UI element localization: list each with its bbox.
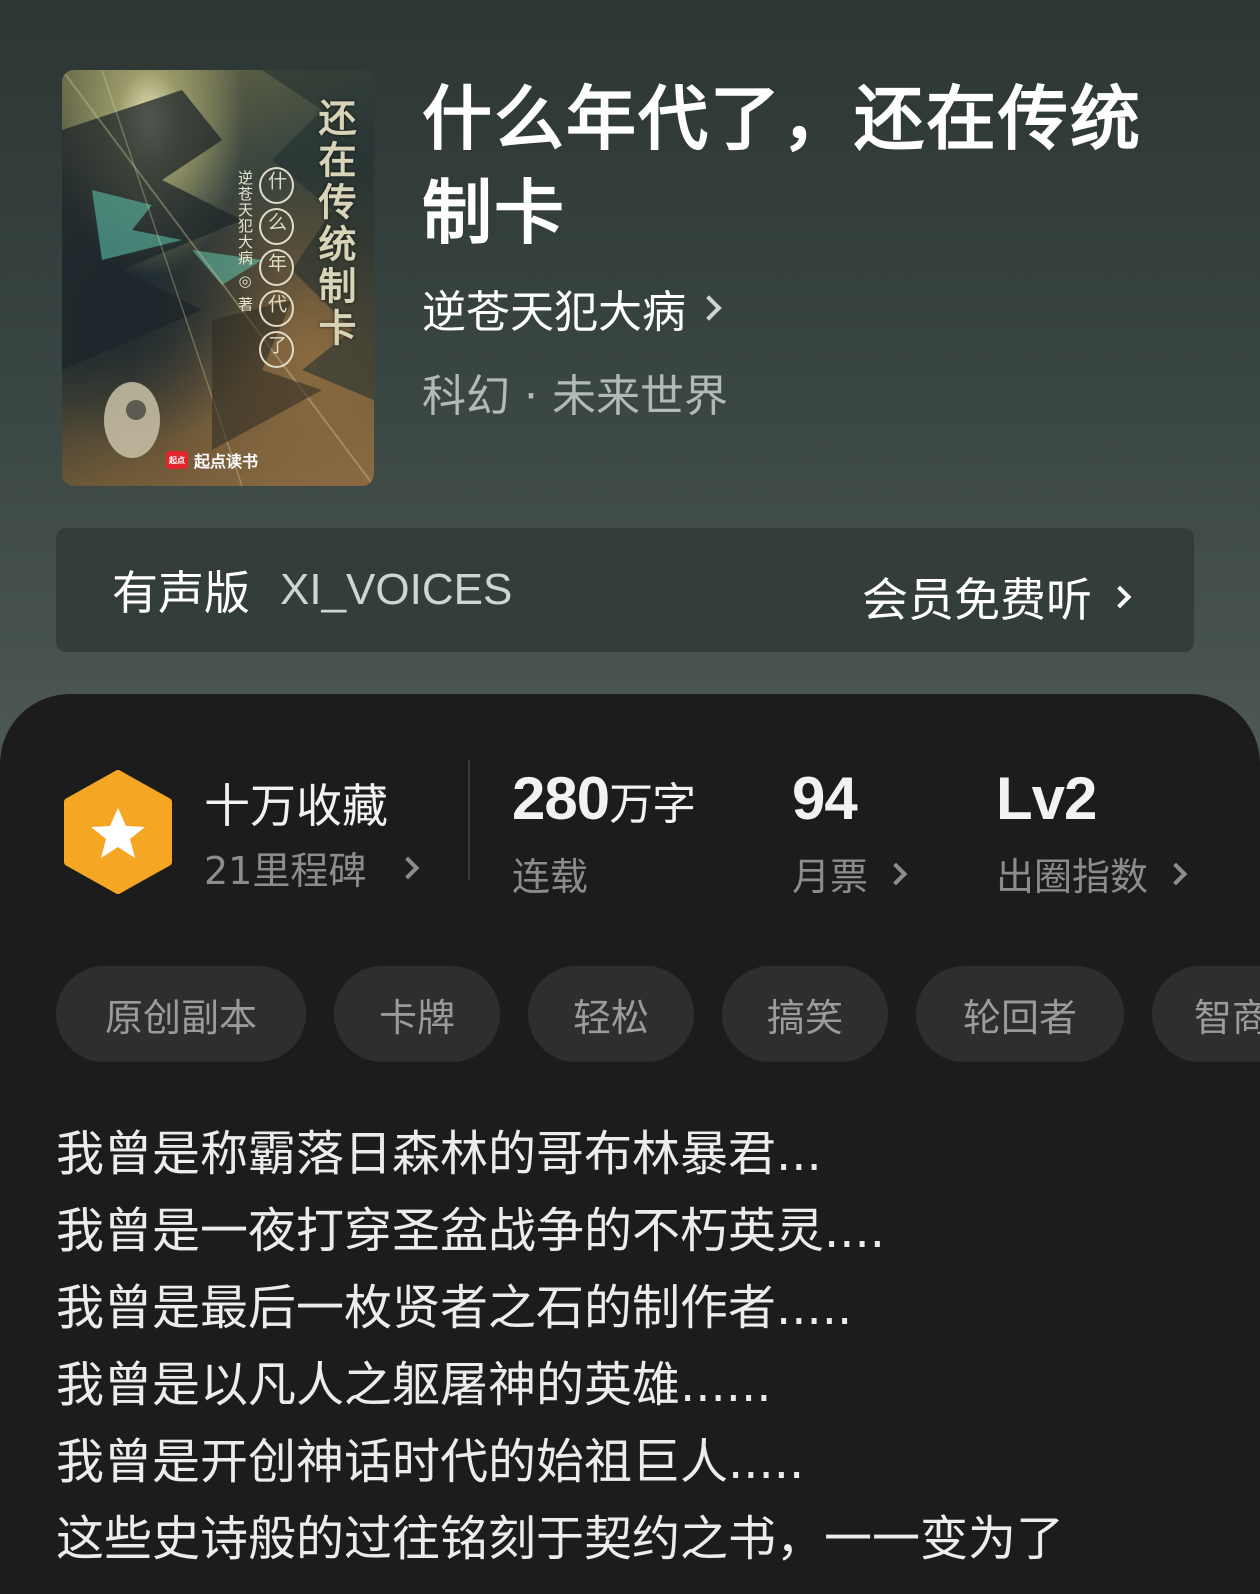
tag-chip[interactable]: 原创副本 [56,966,306,1062]
chevron-right-icon [1108,585,1132,609]
publisher-logo: 起点 起点读书 [166,448,258,472]
book-genre: 科幻 · 未来世界 [422,371,728,422]
chevron-right-icon [397,856,420,879]
book-cover[interactable]: 还在传统制卡 什么年代了 逆苍天犯大病 ◎ 著 起点 起点读书 [62,70,374,486]
star-badge-icon [64,770,172,894]
serial-status: 连载 [512,855,589,899]
description-line: 我曾是一夜打穿圣盆战争的不朽英灵.... [56,1203,886,1259]
tag-chip[interactable]: 搞笑 [722,966,888,1062]
description-line: 我曾是最后一枚贤者之石的制作者..... [56,1280,853,1336]
cover-subtitle: 什么年代了 [259,165,294,370]
milestone-label: 21里程碑 [204,849,367,893]
monthly-votes-link[interactable]: 月票 [792,846,908,901]
member-free-listen-button[interactable]: 会员免费听 [862,564,1132,630]
publisher-name: 起点读书 [194,452,259,471]
description-line: 我曾是称霸落日森林的哥布林暴君... [56,1126,822,1182]
description-line: 这些史诗般的过往铭刻于契约之书，一一变为了 [56,1511,1065,1567]
monthly-votes-count: 94 [792,765,858,832]
stats-divider [468,760,470,880]
audio-version-bar[interactable]: 有声版 XI_VOICES 会员免费听 [56,528,1194,652]
cover-title: 还在传统制卡 [312,98,357,350]
cover-author: 逆苍天犯大病 ◎ 著 [236,170,254,313]
member-free-listen-label: 会员免费听 [862,573,1092,627]
tag-chip[interactable]: 轮回者 [916,966,1124,1062]
tag-chip[interactable]: 智商 [1152,966,1260,1062]
popularity-level: Lv2 [996,765,1097,832]
milestone-link[interactable]: 21里程碑 [204,840,420,895]
publisher-badge: 起点 [166,451,188,469]
description-line: 我曾是开创神话时代的始祖巨人..... [56,1434,805,1490]
tag-chip[interactable]: 轻松 [528,966,694,1062]
popularity-index-link[interactable]: 出圈指数 [996,846,1188,901]
tag-list: 原创副本 卡牌 轻松 搞笑 轮回者 智商 [56,966,1260,1062]
chevron-right-icon [696,295,722,321]
author-name: 逆苍天犯大病 [422,287,686,338]
collect-count: 十万收藏 [204,779,388,833]
tag-chip[interactable]: 卡牌 [334,966,500,1062]
book-description[interactable]: 我曾是称霸落日森林的哥布林暴君... 我曾是一夜打穿圣盆战争的不朽英灵.... … [56,1116,1236,1578]
chevron-right-icon [1164,862,1188,885]
audio-voice: XI_VOICES [280,565,513,614]
book-header: 还在传统制卡 什么年代了 逆苍天犯大病 ◎ 著 起点 起点读书 什么年代了，还在… [0,0,1260,700]
audio-label: 有声版 [112,566,250,620]
word-count: 280万字 [512,765,696,832]
chevron-right-icon [884,862,908,885]
book-title: 什么年代了，还在传统制卡 [422,77,1142,254]
description-line: 我曾是以凡人之躯屠神的英雄...... [56,1357,772,1413]
author-link[interactable]: 逆苍天犯大病 [422,276,722,340]
